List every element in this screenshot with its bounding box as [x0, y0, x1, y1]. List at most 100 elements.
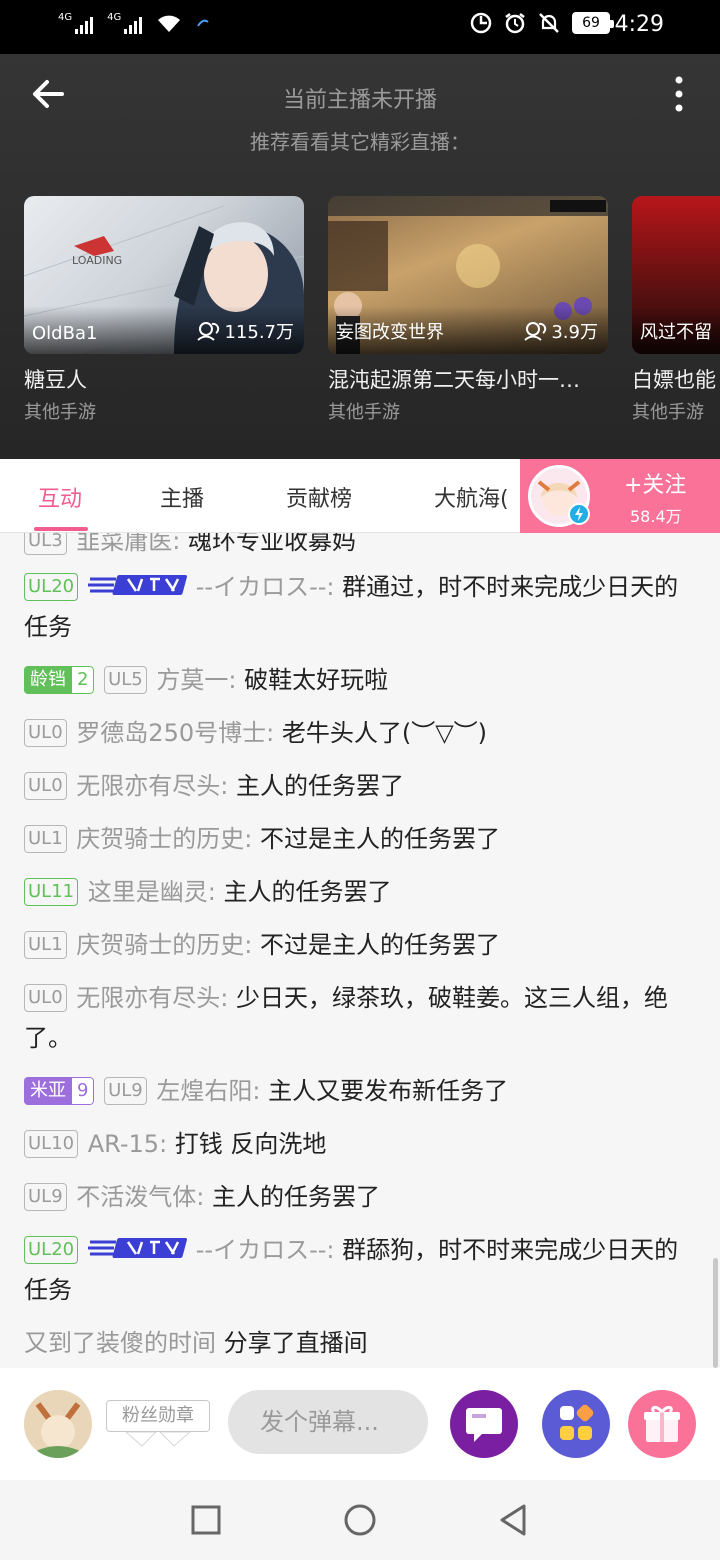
username[interactable]: 韭菜庸医: — [76, 533, 188, 555]
recommendation-card[interactable]: 风过不留 白嫖也能 其他手游 — [632, 196, 720, 424]
message-text: 魂环专业收募妈 — [188, 533, 357, 555]
host-name: OldBa1 — [32, 323, 98, 344]
stream-thumbnail: 风过不留 — [632, 196, 720, 354]
viewers-icon — [197, 322, 220, 341]
host-name: 妄图改变世界 — [336, 322, 444, 343]
host-name: 风过不留 — [640, 322, 712, 343]
stream-title: 糖豆人 — [24, 368, 87, 392]
username[interactable]: 又到了装傻的时间 — [24, 1329, 224, 1357]
tab-contribution-rank[interactable]: 贡献榜 — [286, 481, 352, 513]
chat-message[interactable]: 米亚 9 UL9 左煌右阳: 主人又要发布新任务了 — [24, 1071, 700, 1111]
recents-icon[interactable] — [186, 1500, 226, 1540]
tab-interaction[interactable]: 互动 — [38, 481, 82, 513]
message-text: 老牛头人了(︶▽︶) — [281, 719, 488, 747]
follower-count: 58.4万 — [630, 507, 682, 526]
apps-icon — [560, 1404, 594, 1440]
chat-bubble-icon — [466, 1408, 502, 1442]
user-level-badge: UL0 — [24, 772, 67, 800]
user-level-badge: UL9 — [104, 1077, 147, 1105]
username[interactable]: 罗德岛250号博士: — [76, 719, 282, 747]
svg-text:LOADING: LOADING — [72, 254, 122, 267]
signal-icon-2: 4G — [107, 12, 143, 34]
home-icon[interactable] — [340, 1500, 380, 1540]
medal-ribbon-icon — [126, 1432, 190, 1447]
offline-panel: 当前主播未开播 推荐看看其它精彩直播： LOADING OldBa1 115.7… — [0, 54, 720, 459]
username[interactable]: 庆贺骑士的历史: — [76, 931, 260, 959]
stream-title: 白嫖也能 — [632, 368, 716, 392]
username[interactable]: 无限亦有尽头: — [76, 772, 236, 800]
tab-streamer[interactable]: 主播 — [160, 481, 204, 513]
stream-title: 混沌起源第二天每小时一… — [328, 368, 580, 392]
recommendation-card[interactable]: 妄图改变世界 3.9万 混沌起源第二天每小时一… 其他手游 — [328, 196, 608, 424]
chat-message[interactable]: UL1 庆贺骑士的历史: 不过是主人的任务罢了 — [24, 925, 700, 965]
viewers-icon — [524, 322, 547, 341]
chat-message[interactable]: UL11 这里是幽灵: 主人的任务罢了 — [24, 872, 700, 912]
wifi-icon — [158, 15, 181, 32]
message-text: 不过是主人的任务罢了 — [260, 825, 501, 853]
chat-message[interactable]: UL9 不活泼气体: 主人的任务罢了 — [24, 1177, 700, 1217]
viewer-count: 3.9万 — [523, 318, 598, 344]
username[interactable]: 无限亦有尽头: — [76, 984, 236, 1012]
username[interactable]: --イカロス--: — [196, 573, 342, 601]
stream-thumbnail: LOADING OldBa1 115.7万 — [24, 196, 304, 354]
fan-medal-button[interactable]: 粉丝勋章 — [106, 1400, 210, 1432]
recommendation-card[interactable]: LOADING OldBa1 115.7万 糖豆人 其他手游 — [24, 196, 304, 424]
username[interactable]: 不活泼气体: — [76, 1183, 212, 1211]
gift-icon — [644, 1405, 680, 1442]
chat-message[interactable]: UL3 韭菜庸医: 魂环专业收募妈 — [24, 533, 700, 561]
follow-button[interactable]: +关注 58.4万 — [520, 459, 720, 533]
clock: 4:29 — [614, 12, 664, 37]
user-level-badge: UL20 — [24, 573, 79, 601]
user-level-badge: UL10 — [24, 1130, 79, 1158]
danmaku-input[interactable]: 发个弹幕... — [228, 1390, 428, 1454]
phantom-title-badge-icon — [87, 1238, 187, 1258]
chat-message[interactable]: 龄铛 2 UL5 方莫一: 破鞋太好玩啦 — [24, 660, 700, 700]
more-features-button[interactable] — [542, 1390, 610, 1458]
username[interactable]: 方莫一: — [156, 666, 244, 694]
message-text: 主人的任务罢了 — [236, 772, 405, 800]
user-level-badge: UL9 — [24, 1183, 67, 1211]
chat-message[interactable]: 又到了装傻的时间 分享了直播间 — [24, 1323, 700, 1363]
recommendation-list: LOADING OldBa1 115.7万 糖豆人 其他手游 妄图改变世界 3.… — [24, 196, 720, 426]
stream-thumbnail: 妄图改变世界 3.9万 — [328, 196, 608, 354]
username[interactable]: AR-15: — [88, 1130, 175, 1158]
mute-icon — [539, 13, 559, 33]
username[interactable]: 这里是幽灵: — [88, 878, 224, 906]
phantom-title-badge-icon — [87, 575, 187, 595]
chat-scrollbar[interactable] — [713, 1258, 718, 1368]
stream-category: 其他手游 — [328, 402, 400, 423]
username[interactable]: 庆贺骑士的历史: — [76, 825, 260, 853]
chat-message[interactable]: UL20 --イカロス--: 群通过，时不时来完成少日天的任务 — [24, 567, 700, 647]
user-level-badge: UL1 — [24, 931, 67, 959]
status-bar: 4G 4G 69 4:29 — [0, 0, 720, 54]
message-text: 不过是主人的任务罢了 — [260, 931, 501, 959]
user-level-badge: UL20 — [24, 1236, 79, 1264]
offline-title: 当前主播未开播 — [282, 88, 437, 113]
tab-voyage[interactable]: 大航海( — [434, 481, 509, 513]
message-text: 主人又要发布新任务了 — [268, 1077, 509, 1105]
message-text: 破鞋太好玩啦 — [244, 666, 389, 694]
user-level-badge: UL0 — [24, 984, 67, 1012]
chat-message[interactable]: UL0 无限亦有尽头: 主人的任务罢了 — [24, 766, 700, 806]
message-text: 分享了直播间 — [223, 1329, 368, 1357]
user-level-badge: UL1 — [24, 825, 67, 853]
battery-icon: 69 — [572, 12, 614, 34]
alarm-icon — [505, 13, 525, 34]
username[interactable]: 左煌右阳: — [156, 1077, 268, 1105]
chat-message[interactable]: UL0 无限亦有尽头: 少日天，绿茶玖，破鞋姜。这三人组，绝了。 — [24, 978, 700, 1058]
user-avatar[interactable] — [24, 1390, 92, 1458]
live-badge-icon — [568, 503, 590, 525]
chat-message[interactable]: UL1 庆贺骑士的历史: 不过是主人的任务罢了 — [24, 819, 700, 859]
fan-badge: 米亚 9 — [24, 1077, 95, 1105]
chat-message[interactable]: UL0 罗德岛250号博士: 老牛头人了(︶▽︶) — [24, 713, 700, 753]
chat-message[interactable]: UL10 AR-15: 打钱 反向洗地 — [24, 1124, 700, 1164]
nfc-icon — [197, 19, 209, 27]
danmaku-style-button[interactable] — [450, 1390, 518, 1458]
username[interactable]: --イカロス--: — [196, 1236, 342, 1264]
back-icon[interactable] — [494, 1500, 534, 1540]
data-saver-icon — [470, 12, 492, 34]
chat-message[interactable]: UL20 --イカロス--: 群舔狗，时不时来完成少日天的任务 — [24, 1230, 700, 1310]
gift-button[interactable] — [628, 1390, 696, 1458]
message-text: 主人的任务罢了 — [212, 1183, 381, 1211]
signal-icon: 4G — [58, 12, 94, 34]
